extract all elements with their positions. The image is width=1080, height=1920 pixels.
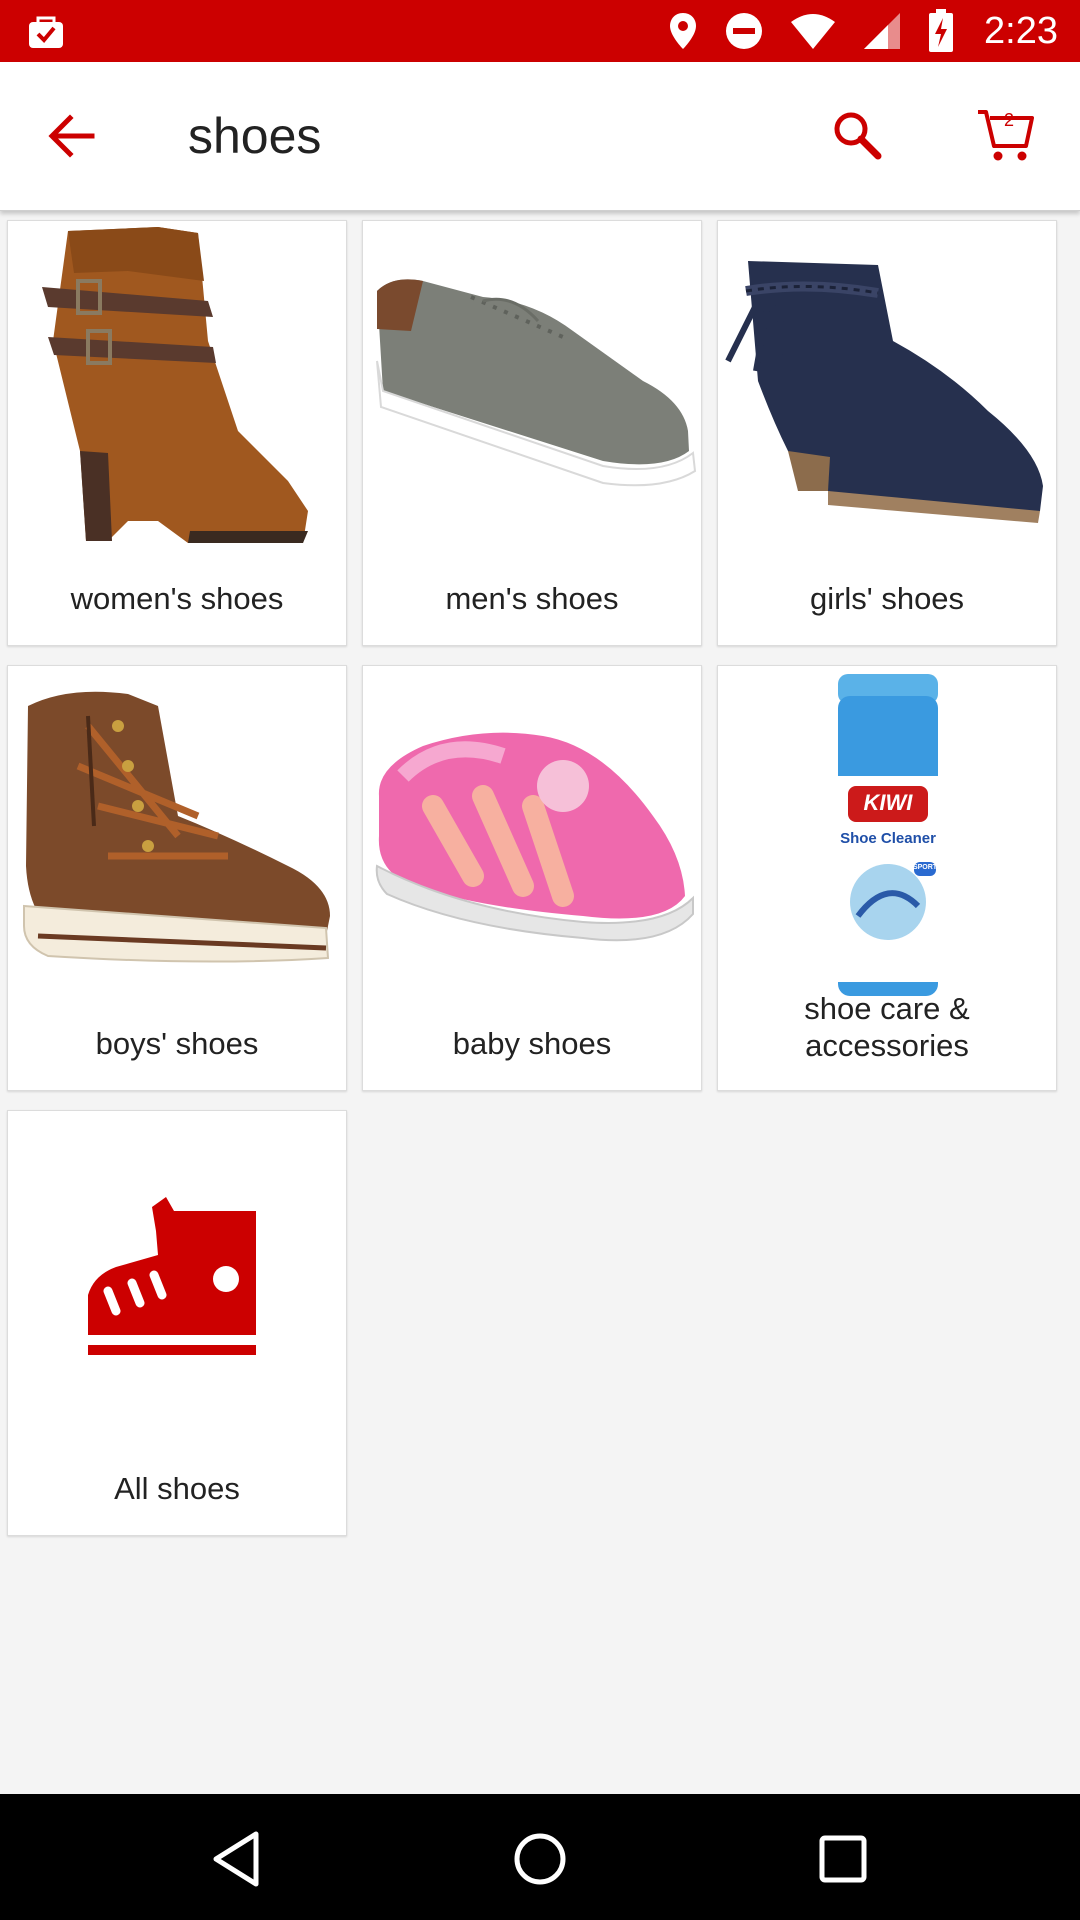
wifi-icon [790, 12, 836, 50]
category-label: girls' shoes [809, 581, 965, 616]
nav-home-button[interactable] [505, 1824, 575, 1894]
triangle-back-icon [202, 1831, 272, 1898]
cart-icon [976, 110, 1036, 170]
category-card-womens-shoes[interactable]: women's shoes [7, 220, 347, 646]
category-card-all-shoes[interactable]: All shoes [7, 1110, 347, 1536]
arrow-back-icon [44, 114, 104, 168]
cart-button[interactable]: 2 [976, 106, 1036, 166]
can-brand-text: KIWI [863, 790, 913, 815]
location-icon [668, 11, 698, 51]
status-time: 2:23 [984, 9, 1058, 52]
pink-sandal-image [363, 666, 703, 1006]
search-icon [828, 112, 888, 170]
category-card-shoe-care-accessories[interactable]: KIWI Shoe Cleaner SPORT shoe care & acce… [717, 665, 1057, 1091]
notification-bag-icon [26, 12, 66, 52]
brown-ankle-boot-image [8, 221, 348, 561]
circle-home-icon [505, 1833, 575, 1898]
can-badge-text: SPORT [912, 864, 938, 871]
category-label: All shoes [114, 1471, 240, 1506]
brown-high-top-image [8, 666, 348, 1006]
category-card-boys-shoes[interactable]: boys' shoes [7, 665, 347, 1091]
do-not-disturb-icon [724, 11, 764, 51]
cart-count-badge: 2 [1003, 110, 1014, 130]
system-nav-bar [0, 1794, 1080, 1920]
category-card-girls-shoes[interactable]: girls' shoes [717, 220, 1057, 646]
battery-charging-icon [928, 9, 954, 53]
category-card-mens-shoes[interactable]: men's shoes [362, 220, 702, 646]
square-recents-icon [808, 1835, 878, 1898]
category-label: shoe care & accessories [804, 991, 970, 1063]
category-card-baby-shoes[interactable]: baby shoes [362, 665, 702, 1091]
navy-bootie-image [718, 221, 1058, 561]
category-label: baby shoes [452, 1026, 612, 1061]
category-label: boys' shoes [95, 1026, 259, 1061]
shoe-cleaner-can-image: KIWI Shoe Cleaner SPORT [718, 666, 1058, 1006]
red-sneaker-icon [8, 1111, 348, 1451]
nav-recents-button[interactable] [808, 1824, 878, 1894]
nav-back-button[interactable] [202, 1824, 272, 1894]
can-product-text: Shoe Cleaner [840, 830, 936, 847]
search-button[interactable] [828, 106, 888, 166]
page-title: shoes [188, 108, 322, 164]
gray-sneaker-image [363, 221, 703, 561]
category-label: women's shoes [70, 581, 284, 616]
app-bar: shoes 2 [0, 62, 1080, 211]
back-button[interactable] [44, 108, 104, 164]
category-label: men's shoes [445, 581, 619, 616]
status-bar: 2:23 [0, 0, 1080, 62]
cell-signal-icon [862, 11, 902, 51]
